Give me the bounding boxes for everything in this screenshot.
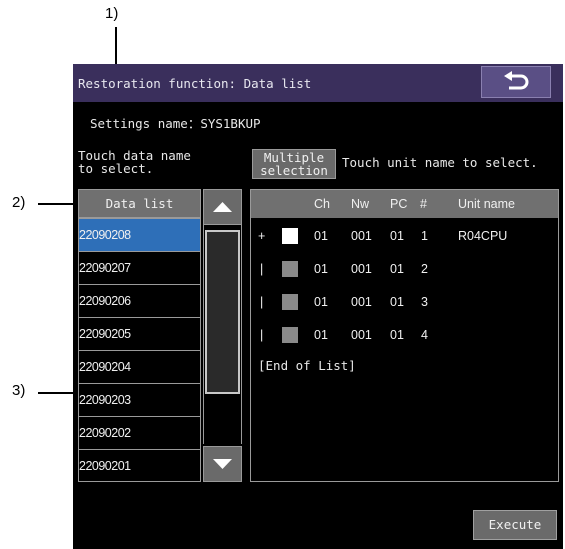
execute-button[interactable]: Execute <box>473 510 557 540</box>
list-item[interactable]: 22090204 <box>79 351 200 384</box>
header-pc: PC <box>390 197 408 211</box>
list-item[interactable]: 22090208 <box>79 219 200 252</box>
list-item[interactable]: 22090205 <box>79 318 200 351</box>
tree-marker: + <box>258 229 266 243</box>
header-num: # <box>420 197 427 211</box>
row-num: 3 <box>421 295 428 309</box>
callout-2: 2) <box>12 194 26 211</box>
header-ch: Ch <box>314 197 330 211</box>
back-arrow-icon <box>504 71 529 90</box>
row-pc: 01 <box>390 295 404 309</box>
row-nw: 001 <box>351 328 372 342</box>
screen-title: Restoration function: Data list <box>78 76 312 91</box>
end-of-list: [End of List] <box>258 358 356 373</box>
settings-name: Settings name：SYS1BKUP <box>90 116 261 131</box>
tree-marker: | <box>260 295 264 309</box>
list-item[interactable]: 22090203 <box>79 384 200 417</box>
tree-marker: | <box>260 328 264 342</box>
scroll-up-button[interactable] <box>203 189 242 225</box>
header-unit-name: Unit name <box>458 197 515 211</box>
instruction-right: Touch unit name to select. <box>342 155 538 170</box>
row-nw: 001 <box>351 295 372 309</box>
row-num: 1 <box>421 229 428 243</box>
header-nw: Nw <box>351 197 370 211</box>
callout-3: 3) <box>12 382 26 399</box>
row-num: 4 <box>421 328 428 342</box>
unit-checkbox[interactable] <box>282 294 298 310</box>
row-ch: 01 <box>314 229 328 243</box>
unit-checkbox[interactable] <box>282 327 298 343</box>
back-button[interactable] <box>481 66 551 98</box>
row-pc: 01 <box>390 262 404 276</box>
row-ch: 01 <box>314 328 328 342</box>
unit-checkbox[interactable] <box>282 261 298 277</box>
row-unit-name[interactable]: R04CPU <box>458 229 507 243</box>
unit-checkbox[interactable] <box>282 228 298 244</box>
list-item[interactable]: 22090202 <box>79 417 200 450</box>
row-pc: 01 <box>390 229 404 243</box>
list-item[interactable]: 22090206 <box>79 285 200 318</box>
tree-marker: | <box>260 262 264 276</box>
list-item[interactable]: 22090207 <box>79 252 200 285</box>
scroll-down-button[interactable] <box>203 446 242 482</box>
row-nw: 001 <box>351 229 372 243</box>
instruction-left-line2: to select. <box>78 161 154 176</box>
triangle-down-icon <box>213 459 232 469</box>
list-item[interactable]: 22090201 <box>79 450 200 483</box>
row-num: 2 <box>421 262 428 276</box>
row-ch: 01 <box>314 262 328 276</box>
callout-1: 1) <box>105 5 119 22</box>
row-nw: 001 <box>351 262 372 276</box>
row-pc: 01 <box>390 328 404 342</box>
data-list-header: Data list <box>78 189 201 218</box>
multiple-selection-button[interactable]: Multiple selection <box>252 149 336 179</box>
triangle-up-icon <box>213 202 232 212</box>
multiple-selection-label-2: selection <box>260 163 328 178</box>
data-list: 22090208 22090207 22090206 22090205 2209… <box>78 218 201 482</box>
scroll-thumb[interactable] <box>205 230 240 394</box>
row-ch: 01 <box>314 295 328 309</box>
